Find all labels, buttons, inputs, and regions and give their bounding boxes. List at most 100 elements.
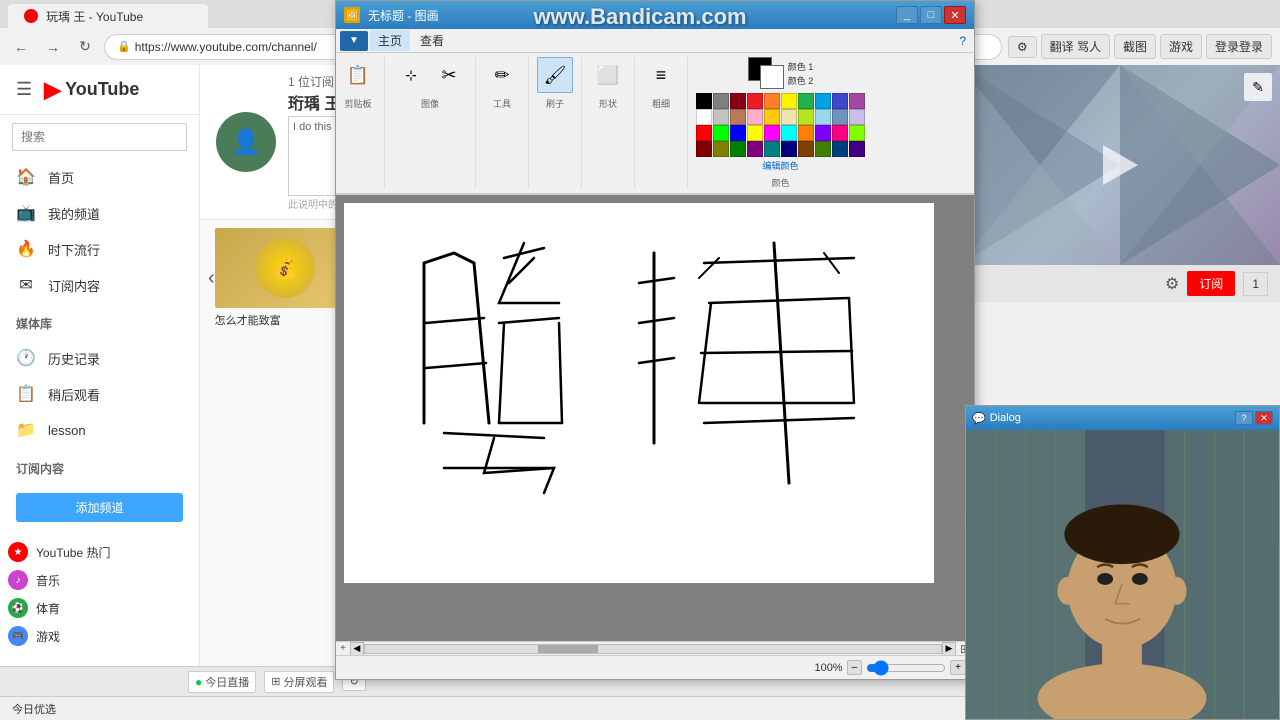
tools-button[interactable]: ✏ (484, 57, 520, 93)
color-yellow[interactable] (781, 93, 797, 109)
scroll-right-button[interactable]: ▶ (942, 642, 956, 656)
color-gold[interactable] (764, 109, 780, 125)
background-color[interactable] (760, 65, 784, 89)
nav-lesson[interactable]: 📁 lesson (0, 412, 199, 448)
color-navy[interactable] (832, 93, 848, 109)
color-lime[interactable] (798, 109, 814, 125)
color-brown[interactable] (730, 109, 746, 125)
color-darknavy[interactable] (832, 141, 848, 157)
color-lavender[interactable] (849, 109, 865, 125)
color-green[interactable] (798, 93, 814, 109)
edit-button[interactable]: ✎ (1244, 73, 1272, 101)
zoom-out-button[interactable]: – (847, 660, 863, 675)
live-button[interactable]: ● 今日直播 (188, 671, 256, 693)
color-blue[interactable] (815, 93, 831, 109)
color-black[interactable] (696, 93, 712, 109)
color-teal[interactable] (764, 141, 780, 157)
color-olive[interactable] (713, 141, 729, 157)
screenshot-btn[interactable]: 截图 (1114, 34, 1156, 59)
scroll-track[interactable] (364, 644, 942, 654)
color-bright-yellow[interactable] (747, 125, 763, 141)
paint-canvas[interactable] (344, 203, 934, 583)
split-screen-button[interactable]: ⊞ 分屏观看 (264, 671, 334, 693)
forward-button[interactable]: → (40, 34, 66, 60)
color-bright-red[interactable] (696, 125, 712, 141)
color-plum[interactable] (747, 141, 763, 157)
channel-item-sports[interactable]: ⚽ 体育 (0, 594, 199, 622)
color-pink[interactable] (747, 109, 763, 125)
maximize-button[interactable]: □ (920, 6, 942, 24)
color-darkolive[interactable] (815, 141, 831, 157)
youtube-logo[interactable]: ▶ YouTube (44, 77, 139, 103)
thickness-button[interactable]: ≡ (643, 57, 679, 93)
color-cream[interactable] (781, 109, 797, 125)
paint-menu-home[interactable]: 主页 (370, 30, 410, 51)
crop-button[interactable]: ✂ (431, 57, 467, 93)
close-button[interactable]: ✕ (944, 6, 966, 24)
translate-btn[interactable]: 翻译 骂人 (1041, 34, 1110, 59)
color-hot-pink[interactable] (832, 125, 848, 141)
paint-menu-view[interactable]: 查看 (412, 30, 452, 51)
zoom-in-button[interactable]: + (950, 660, 966, 675)
nav-history[interactable]: 🕐 历史记录 (0, 340, 199, 376)
minimize-button[interactable]: _ (896, 6, 918, 24)
canvas-resize-handle[interactable]: + (336, 643, 350, 654)
search-input[interactable] (12, 123, 187, 151)
color-white[interactable] (696, 109, 712, 125)
dialog-close-button[interactable]: ✕ (1255, 411, 1273, 425)
color-magenta[interactable] (764, 125, 780, 141)
color-amber[interactable] (798, 125, 814, 141)
color-darkgreen[interactable] (730, 141, 746, 157)
brush-button[interactable]: 🖌 (537, 57, 573, 93)
dialog-help-button[interactable]: ? (1235, 411, 1253, 425)
scroll-thumb[interactable] (538, 645, 598, 653)
hamburger-icon[interactable]: ☰ (16, 79, 32, 100)
color-steelblue[interactable] (832, 109, 848, 125)
color-lightblue[interactable] (815, 109, 831, 125)
nav-trending[interactable]: 🔥 时下流行 (0, 231, 199, 267)
back-button[interactable]: ← (8, 34, 34, 60)
select-button[interactable]: ⊹ (393, 57, 429, 93)
paste-button[interactable]: 📋 (340, 57, 376, 93)
nav-watch-later[interactable]: 📋 稍后观看 (0, 376, 199, 412)
color-lightgray[interactable] (713, 109, 729, 125)
prev-arrow[interactable]: ‹ (208, 228, 215, 328)
login-btn[interactable]: 登录登录 (1206, 34, 1272, 59)
video-play-overlay[interactable] (960, 65, 1280, 265)
color-bright-green[interactable] (713, 125, 729, 141)
settings-gear-icon[interactable]: ⚙ (1165, 274, 1179, 294)
browser-tab[interactable]: 玩瑀 王 - YouTube (8, 4, 208, 28)
zoom-slider[interactable] (866, 660, 946, 676)
color-darkblue[interactable] (781, 141, 797, 157)
color-cyan[interactable] (781, 125, 797, 141)
refresh-button[interactable]: ↻ (72, 34, 98, 60)
color-orange[interactable] (764, 93, 780, 109)
channel-item-games[interactable]: 🎮 游戏 (0, 622, 199, 650)
game-btn[interactable]: 游戏 (1160, 34, 1202, 59)
paint-canvas-area[interactable] (336, 195, 974, 641)
color-purple[interactable] (849, 93, 865, 109)
color-indigo[interactable] (849, 141, 865, 157)
nav-lesson-label: lesson (48, 423, 86, 438)
nav-home[interactable]: 🏠 首页 (0, 159, 199, 195)
shapes-button[interactable]: ⬜ (590, 57, 626, 93)
color-darkred[interactable] (730, 93, 746, 109)
color-red[interactable] (747, 93, 763, 109)
edit-colors-button[interactable]: 编辑颜色 (762, 159, 798, 172)
extension-btn[interactable]: ⚙ (1008, 36, 1037, 58)
color-bright-blue[interactable] (730, 125, 746, 141)
nav-my-channel[interactable]: 📺 我的频道 (0, 195, 199, 231)
color-maroon[interactable] (696, 141, 712, 157)
subscribe-button[interactable]: 订阅 (1187, 271, 1235, 296)
channel-item-hot[interactable]: ★ YouTube 热门 (0, 538, 199, 566)
paint-file-menu-icon[interactable]: ▼ (340, 31, 368, 51)
paint-help-icon[interactable]: ? (955, 32, 970, 50)
channel-item-music[interactable]: ♪ 音乐 (0, 566, 199, 594)
scroll-left-button[interactable]: ◀ (350, 642, 364, 656)
color-yellow-green[interactable] (849, 125, 865, 141)
add-channel-button[interactable]: 添加频道 (16, 493, 183, 522)
color-chocolate[interactable] (798, 141, 814, 157)
color-violet[interactable] (815, 125, 831, 141)
color-gray[interactable] (713, 93, 729, 109)
nav-subscriptions[interactable]: ✉ 订阅内容 (0, 267, 199, 303)
